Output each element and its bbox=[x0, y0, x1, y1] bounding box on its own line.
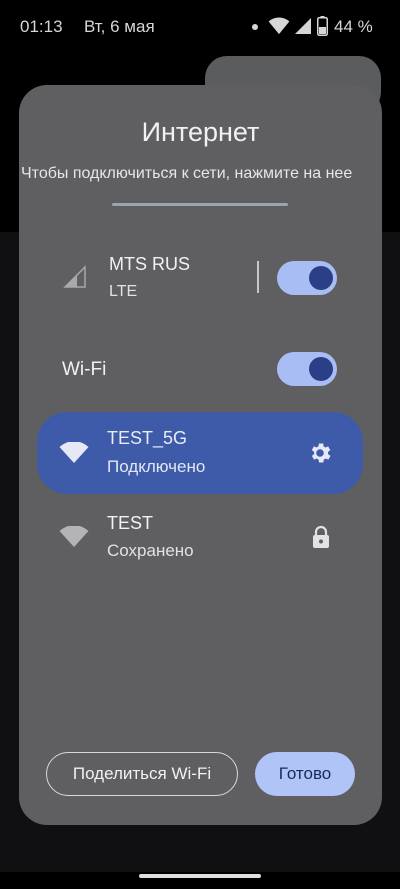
done-button[interactable]: Готово bbox=[255, 752, 355, 796]
notification-dot-icon bbox=[252, 24, 258, 30]
dialog-subtitle: Чтобы подключиться к сети, нажмите на не… bbox=[21, 165, 353, 182]
wifi-icon bbox=[59, 442, 89, 463]
status-bar: 01:13 Вт, 6 мая 44 % bbox=[0, 0, 400, 56]
battery-icon bbox=[317, 16, 328, 36]
network-ssid: TEST bbox=[107, 513, 154, 533]
network-ssid: TEST_5G bbox=[107, 428, 188, 448]
share-wifi-button[interactable]: Поделиться Wi-Fi bbox=[46, 752, 238, 796]
dialog-title: Интернет bbox=[141, 117, 260, 147]
gear-icon[interactable] bbox=[307, 440, 333, 466]
wifi-status-icon bbox=[268, 17, 290, 35]
toggle-knob bbox=[309, 357, 333, 381]
network-item-test-5g[interactable]: TEST_5G Подключено bbox=[37, 412, 363, 494]
battery-percent: 44 % bbox=[334, 17, 373, 36]
status-time: 01:13 bbox=[20, 17, 63, 36]
network-status: Сохранено bbox=[107, 541, 194, 560]
mobile-network-type: LTE bbox=[109, 283, 138, 300]
mobile-network-name: MTS RUS bbox=[109, 254, 190, 274]
wifi-icon bbox=[59, 526, 89, 547]
signal-status-icon bbox=[295, 18, 311, 34]
toggle-knob bbox=[309, 266, 333, 290]
cellular-signal-icon bbox=[63, 265, 86, 288]
wifi-label: Wi-Fi bbox=[62, 359, 107, 380]
status-date: Вт, 6 мая bbox=[84, 17, 155, 36]
mobile-data-toggle[interactable] bbox=[277, 261, 337, 295]
home-indicator[interactable] bbox=[139, 874, 261, 878]
mobile-toggle-separator bbox=[257, 261, 259, 293]
network-status: Подключено bbox=[107, 457, 206, 476]
wifi-toggle[interactable] bbox=[277, 352, 337, 386]
lock-icon bbox=[313, 525, 329, 548]
dialog-divider bbox=[112, 203, 288, 206]
internet-dialog: Интернет Чтобы подключиться к сети, нажм… bbox=[19, 85, 382, 825]
